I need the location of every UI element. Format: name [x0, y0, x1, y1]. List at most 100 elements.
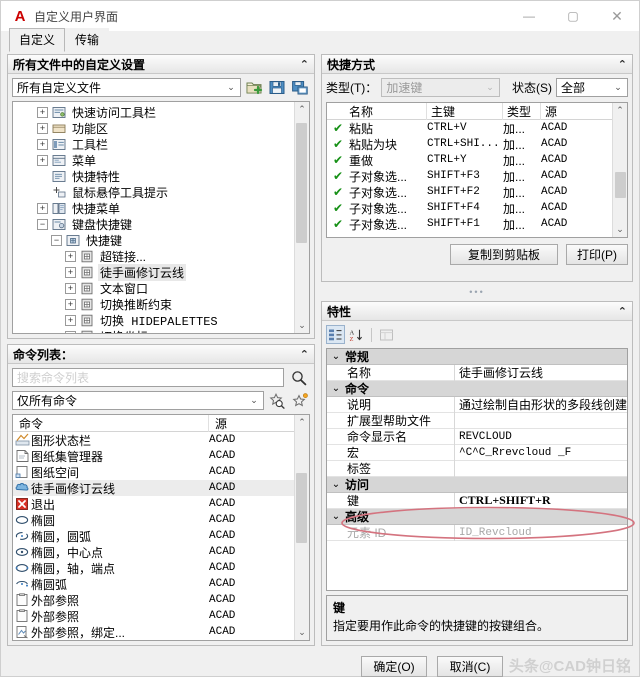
- property-value[interactable]: ID_Revcloud: [455, 527, 627, 539]
- expand-icon[interactable]: +: [65, 331, 76, 334]
- shortcut-row[interactable]: ✔子对象选...SHIFT+F2加...ACAD: [327, 184, 612, 200]
- chevron-up-icon[interactable]: ⌃: [618, 305, 627, 318]
- find-filter-icon[interactable]: [268, 391, 287, 410]
- save-icon[interactable]: [268, 78, 287, 97]
- command-row[interactable]: 图纸集管理器ACAD: [13, 448, 294, 464]
- tree-item[interactable]: +菜单: [13, 152, 294, 168]
- command-row[interactable]: 椭圆，轴，端点ACAD: [13, 560, 294, 576]
- panel-splitter[interactable]: •••: [321, 287, 633, 296]
- print-button[interactable]: 打印(P): [566, 244, 628, 265]
- tree-item[interactable]: +快捷菜单: [13, 200, 294, 216]
- expand-icon[interactable]: +: [37, 123, 48, 134]
- column-header-command[interactable]: 命令: [13, 415, 209, 432]
- command-row[interactable]: 椭圆，圆弧ACAD: [13, 528, 294, 544]
- customizations-panel-header[interactable]: 所有文件中的自定义设置 ⌃: [8, 55, 314, 74]
- chevron-down-icon[interactable]: ⌄: [611, 82, 625, 93]
- load-partial-file-icon[interactable]: [245, 78, 264, 97]
- scroll-up-icon[interactable]: ⌃: [613, 103, 627, 118]
- property-category[interactable]: ⌄命令: [327, 381, 627, 397]
- search-icon[interactable]: [288, 368, 310, 387]
- expand-icon[interactable]: +: [37, 139, 48, 150]
- property-value[interactable]: REVCLOUD: [455, 431, 627, 443]
- property-row[interactable]: 元素 IDID_Revcloud: [327, 525, 627, 541]
- new-filter-icon[interactable]: [291, 391, 310, 410]
- shortcut-type-select[interactable]: 加速键 ⌄: [381, 78, 500, 97]
- command-filter-select[interactable]: 仅所有命令 ⌄: [12, 391, 264, 410]
- scroll-up-icon[interactable]: ⌃: [295, 415, 309, 430]
- column-header-type[interactable]: 类型: [503, 103, 541, 120]
- ok-button[interactable]: 确定(O): [361, 656, 427, 677]
- chevron-up-icon[interactable]: ⌃: [300, 58, 309, 71]
- tree-item[interactable]: −快捷键: [13, 232, 294, 248]
- property-value[interactable]: 通过绘制自由形状的多段线创建: [455, 396, 627, 413]
- column-header-source[interactable]: 源: [209, 415, 294, 432]
- chevron-up-icon[interactable]: ⌃: [300, 348, 309, 361]
- tree-item[interactable]: +文本窗口: [13, 280, 294, 296]
- scroll-up-icon[interactable]: ⌃: [295, 102, 309, 117]
- properties-panel-header[interactable]: 特性 ⌃: [322, 302, 632, 321]
- property-grid[interactable]: ⌄常规名称徒手画修订云线⌄命令说明通过绘制自由形状的多段线创建扩展型帮助文件命令…: [326, 348, 628, 591]
- copy-to-clipboard-button[interactable]: 复制到剪贴板: [450, 244, 558, 265]
- scroll-thumb[interactable]: [296, 123, 307, 243]
- shortcuts-table-scrollbar[interactable]: ⌃ ⌄: [612, 103, 627, 237]
- shortcut-row[interactable]: ✔子对象选...SHIFT+F1加...ACAD: [327, 216, 612, 232]
- expand-icon[interactable]: +: [65, 251, 76, 262]
- property-row[interactable]: 扩展型帮助文件: [327, 413, 627, 429]
- chevron-down-icon[interactable]: ⌄: [327, 479, 345, 490]
- property-row[interactable]: 命令显示名REVCLOUD: [327, 429, 627, 445]
- property-row[interactable]: 名称徒手画修订云线: [327, 365, 627, 381]
- column-header-source[interactable]: 源: [541, 103, 612, 120]
- scroll-thumb[interactable]: [296, 473, 307, 543]
- scroll-down-icon[interactable]: ⌄: [613, 222, 627, 237]
- expand-icon[interactable]: +: [37, 155, 48, 166]
- tab-transfer[interactable]: 传输: [65, 28, 109, 52]
- expand-icon[interactable]: +: [37, 107, 48, 118]
- scroll-down-icon[interactable]: ⌄: [295, 318, 309, 333]
- property-row[interactable]: 标签: [327, 461, 627, 477]
- shortcut-row[interactable]: ✔粘贴为块CTRL+SHI...加...ACAD: [327, 136, 612, 152]
- property-row[interactable]: 键CTRL+SHIFT+R: [327, 493, 627, 509]
- property-value[interactable]: CTRL+SHIFT+R: [455, 493, 627, 508]
- expand-icon[interactable]: +: [65, 299, 76, 310]
- expand-icon[interactable]: +: [65, 283, 76, 294]
- property-category[interactable]: ⌄访问: [327, 477, 627, 493]
- command-row[interactable]: 图纸空间ACAD: [13, 464, 294, 480]
- property-value[interactable]: ^C^C_Rrevcloud _F: [455, 447, 627, 459]
- tree-item[interactable]: +切换推断约束: [13, 296, 294, 312]
- column-header-name[interactable]: 名称: [349, 103, 427, 120]
- command-row[interactable]: 徒手画修订云线ACAD: [13, 480, 294, 496]
- command-row[interactable]: 椭圆弧ACAD: [13, 576, 294, 592]
- command-row[interactable]: 外部参照，绑定...ACAD: [13, 624, 294, 640]
- alphabetical-icon[interactable]: A Z: [347, 325, 366, 344]
- categorized-icon[interactable]: [326, 325, 345, 344]
- tab-customize[interactable]: 自定义: [9, 28, 65, 52]
- tree-item[interactable]: +工具栏: [13, 136, 294, 152]
- property-row[interactable]: 说明通过绘制自由形状的多段线创建: [327, 397, 627, 413]
- shortcuts-panel-header[interactable]: 快捷方式 ⌃: [322, 55, 632, 74]
- scroll-down-icon[interactable]: ⌄: [295, 625, 309, 640]
- maximize-button[interactable]: ▢: [551, 1, 595, 31]
- shortcut-row[interactable]: ✔重做CTRL+Y加...ACAD: [327, 152, 612, 168]
- command-row[interactable]: 图形状态栏ACAD: [13, 432, 294, 448]
- tree-item[interactable]: 鼠标悬停工具提示: [13, 184, 294, 200]
- tree-item[interactable]: +切换坐标: [13, 328, 294, 333]
- shortcut-status-select[interactable]: 全部 ⌄: [556, 78, 628, 97]
- command-row[interactable]: 外部参照ACAD: [13, 608, 294, 624]
- command-row[interactable]: 椭圆ACAD: [13, 512, 294, 528]
- cancel-button[interactable]: 取消(C): [437, 656, 503, 677]
- expand-icon[interactable]: +: [65, 267, 76, 278]
- collapse-icon[interactable]: −: [51, 235, 62, 246]
- chevron-down-icon[interactable]: ⌄: [224, 82, 238, 93]
- property-row[interactable]: 宏^C^C_Rrevcloud _F: [327, 445, 627, 461]
- tree-item[interactable]: +切换 HIDEPALETTES: [13, 312, 294, 328]
- chevron-down-icon[interactable]: ⌄: [327, 351, 345, 362]
- scroll-thumb[interactable]: [615, 172, 626, 198]
- expand-icon[interactable]: +: [37, 203, 48, 214]
- command-row[interactable]: 退出ACAD: [13, 496, 294, 512]
- expand-icon[interactable]: +: [65, 315, 76, 326]
- customization-file-select[interactable]: 所有自定义文件 ⌄: [12, 78, 241, 97]
- tree-item[interactable]: −键盘快捷键: [13, 216, 294, 232]
- minimize-button[interactable]: —: [507, 1, 551, 31]
- tree-item[interactable]: +超链接...: [13, 248, 294, 264]
- command-list-panel-header[interactable]: 命令列表： ⌃: [8, 345, 314, 364]
